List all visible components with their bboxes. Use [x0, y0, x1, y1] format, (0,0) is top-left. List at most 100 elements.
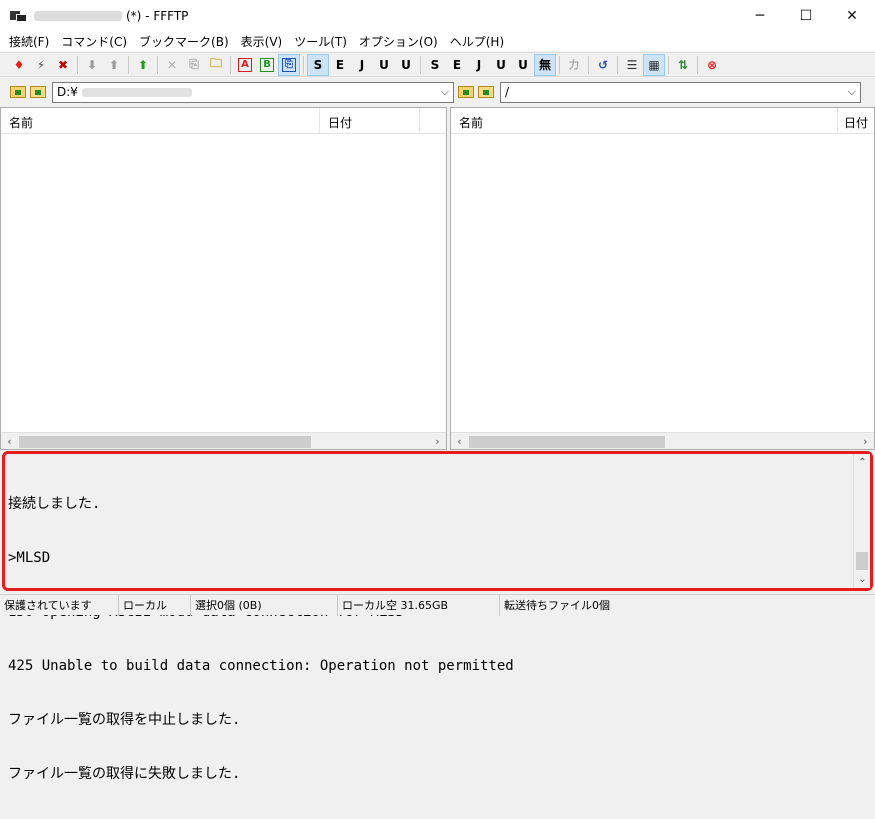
title-bar: (*) - FFFTP ─ ☐ ✕ — [0, 0, 875, 31]
r-kanji-sjis-icon: S — [430, 57, 440, 72]
r-kanji-jis-icon: J — [476, 57, 482, 72]
r-kanji-jis-button[interactable]: J — [468, 54, 490, 76]
log-vertical-scrollbar[interactable]: ⌃ ⌄ — [853, 454, 870, 588]
download-icon: ⬇ — [86, 57, 98, 72]
menu-options[interactable]: オプション(O) — [354, 33, 443, 50]
remote-col-date[interactable]: 日付 — [844, 114, 868, 131]
disconnect-button[interactable]: ✖ — [52, 54, 74, 76]
disconnect-icon: ✖ — [57, 57, 69, 72]
r-kanji-utf8-button[interactable]: U — [490, 54, 512, 76]
r-kanji-euc-button[interactable]: E — [446, 54, 468, 76]
maximize-button[interactable]: ☐ — [783, 0, 829, 31]
kanji-euc-icon: E — [335, 57, 345, 72]
column-divider[interactable] — [319, 108, 320, 134]
log-panel[interactable]: 接続しました. >MLSD 150 Opening ASCII mode dat… — [2, 451, 873, 782]
delete-icon: ✕ — [166, 57, 178, 72]
local-horizontal-scrollbar[interactable]: ‹ › — [1, 432, 446, 449]
toolbar-separator — [303, 55, 304, 74]
download-button[interactable]: ⬇ — [81, 54, 103, 76]
scroll-right-icon[interactable]: › — [857, 433, 874, 450]
menu-tools[interactable]: ツール(T) — [289, 33, 352, 50]
remote-file-list[interactable]: 名前 日付 ‹ › — [450, 107, 875, 450]
mirror-upload-button[interactable]: ⬆ — [132, 54, 154, 76]
r-kanji-none-button[interactable]: 無 — [534, 53, 556, 76]
remote-path-bar: / ⌵ — [456, 80, 861, 104]
remote-horizontal-scrollbar[interactable]: ‹ › — [451, 432, 874, 449]
mode-binary-button[interactable]: B — [256, 54, 278, 76]
mode-auto-button[interactable]: ⎘ — [278, 53, 300, 76]
local-col-date[interactable]: 日付 — [328, 114, 352, 131]
status-selection: 選択0個 (0B) — [191, 594, 338, 616]
r-kanji-none-icon: 無 — [538, 58, 551, 72]
remote-path-text: / — [505, 85, 510, 99]
remote-up-folder-icon[interactable] — [456, 82, 476, 102]
kana-icon: カ — [567, 58, 580, 72]
remote-path-input[interactable]: / ⌵ — [500, 81, 861, 103]
kanji-sjis-icon: S — [313, 57, 323, 72]
local-path-input[interactable]: D:¥ ⌵ — [52, 81, 454, 103]
kanji-utf8bom-button[interactable]: U — [395, 54, 417, 76]
kanji-sjis-button[interactable]: S — [307, 53, 329, 76]
menu-view[interactable]: 表示(V) — [236, 33, 288, 50]
menu-connect[interactable]: 接続(F) — [4, 33, 54, 50]
sync-dir-button[interactable]: ⇅ — [672, 54, 694, 76]
column-divider[interactable] — [837, 108, 838, 134]
column-divider[interactable] — [419, 108, 420, 134]
log-line: >MLSD — [8, 550, 51, 566]
quick-connect-button[interactable]: ⚡ — [30, 54, 52, 76]
rename-button[interactable]: ⎘ — [183, 54, 205, 76]
kanji-jis-button[interactable]: J — [351, 54, 373, 76]
local-up-folder-icon[interactable] — [8, 82, 28, 102]
minimize-button[interactable]: ─ — [737, 0, 783, 31]
sync-dir-icon: ⇅ — [677, 57, 689, 72]
stop-button[interactable]: ⊗ — [701, 54, 723, 76]
connect-button[interactable]: ♦ — [8, 54, 30, 76]
remote-col-name[interactable]: 名前 — [459, 114, 483, 131]
scroll-right-icon[interactable]: › — [429, 433, 446, 450]
refresh-button[interactable]: ↺ — [592, 54, 614, 76]
toolbar-separator — [230, 55, 231, 74]
blurred-local-path — [81, 87, 192, 97]
local-list-header: 名前 日付 — [1, 108, 446, 134]
scroll-left-icon[interactable]: ‹ — [451, 433, 468, 450]
blurred-host-name — [34, 10, 122, 21]
status-connection: 保護されています — [0, 594, 119, 616]
ffftp-app-icon[interactable] — [10, 9, 28, 23]
local-file-list[interactable]: 名前 日付 ‹ › — [0, 107, 447, 450]
log-line: ファイル一覧の取得に失敗しました. — [8, 766, 241, 782]
scroll-thumb[interactable] — [469, 436, 665, 448]
local-open-folder-icon[interactable] — [28, 82, 48, 102]
kanji-euc-button[interactable]: E — [329, 54, 351, 76]
menu-command[interactable]: コマンド(C) — [56, 33, 132, 50]
toolbar-separator — [128, 55, 129, 74]
toolbar-separator — [157, 55, 158, 74]
kana-button[interactable]: カ — [563, 54, 585, 76]
local-path-text: D:¥ — [57, 85, 78, 99]
log-text: 接続しました. >MLSD 150 Opening ASCII mode dat… — [8, 459, 514, 819]
chevron-down-icon[interactable]: ⌵ — [848, 85, 856, 99]
r-kanji-utf8bom-button[interactable]: U — [512, 54, 534, 76]
r-kanji-euc-icon: E — [452, 57, 462, 72]
scroll-down-icon[interactable]: ⌄ — [854, 571, 871, 588]
close-button[interactable]: ✕ — [829, 0, 875, 31]
scroll-up-icon[interactable]: ⌃ — [854, 454, 871, 471]
r-kanji-sjis-button[interactable]: S — [424, 54, 446, 76]
delete-button[interactable]: ✕ — [161, 54, 183, 76]
upload-button[interactable]: ⬆ — [103, 54, 125, 76]
local-col-name[interactable]: 名前 — [9, 114, 33, 131]
mode-ascii-button[interactable]: A — [234, 54, 256, 76]
remote-open-folder-icon[interactable] — [476, 82, 496, 102]
status-bar: 保護されています ローカル 選択0個 (0B) ローカル空 31.65GB 転送… — [0, 594, 875, 616]
list-view-button[interactable]: ☰ — [621, 54, 643, 76]
scroll-thumb[interactable] — [19, 436, 311, 448]
menu-bookmark[interactable]: ブックマーク(B) — [134, 33, 234, 50]
detail-view-button[interactable]: ▦ — [643, 53, 665, 76]
scroll-left-icon[interactable]: ‹ — [1, 433, 18, 450]
menu-help[interactable]: ヘルプ(H) — [445, 33, 509, 50]
chevron-down-icon[interactable]: ⌵ — [441, 85, 449, 99]
kanji-utf8-button[interactable]: U — [373, 54, 395, 76]
mirror-upload-icon: ⬆ — [137, 57, 149, 72]
scroll-thumb[interactable] — [856, 552, 868, 570]
menu-bar: 接続(F) コマンド(C) ブックマーク(B) 表示(V) ツール(T) オプシ… — [0, 31, 875, 51]
mkdir-button[interactable]: 🗀 — [205, 54, 227, 76]
